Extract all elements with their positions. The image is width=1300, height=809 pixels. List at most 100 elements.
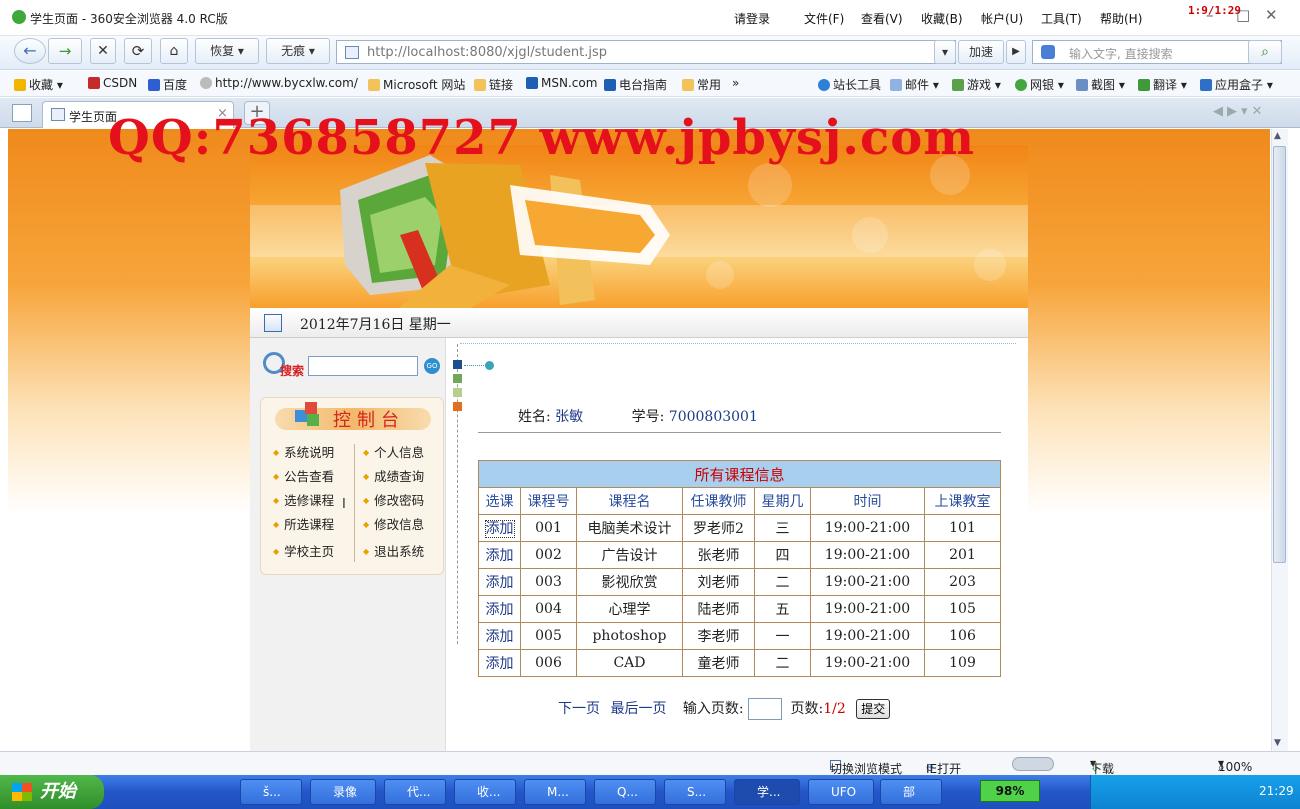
zoom-control[interactable]: ⌕ 100% ▾ [1218, 756, 1252, 774]
menu-grades[interactable]: 成绩查询 [363, 466, 424, 485]
minimize-icon[interactable]: – [1206, 6, 1214, 24]
time-badge: 1:9/1:29 [1188, 4, 1241, 17]
login-menu[interactable]: 请登录 [734, 10, 770, 27]
menu-system-info[interactable]: 系统说明 [273, 442, 334, 461]
fav-bank[interactable]: 网银 ▾ [1015, 76, 1064, 93]
search-engine-icon[interactable] [1041, 45, 1055, 59]
no-trace-button[interactable]: 无痕 ▾ [266, 38, 330, 64]
download-button[interactable]: ⇩ 下载 ▾ [1090, 756, 1114, 776]
favorites-menu[interactable]: 收藏(B) [921, 10, 963, 27]
menu-school-home[interactable]: 学校主页 [273, 541, 334, 560]
search-placeholder[interactable]: 输入文字, 直接搜索 [1069, 45, 1173, 62]
fav-more-icon[interactable]: » [732, 76, 739, 90]
toggle-switch[interactable] [1012, 757, 1054, 771]
add-course-link[interactable]: 添加 [486, 656, 514, 672]
view-menu[interactable]: 查看(V) [861, 10, 903, 27]
stop-icon[interactable]: ✕ [90, 38, 116, 64]
student-info: 姓名: 张敏 学号: 7000803001 [518, 406, 758, 426]
scrollbar-thumb[interactable] [1273, 146, 1286, 563]
menu-change-password[interactable]: 修改密码 [363, 490, 424, 509]
fav-mail[interactable]: 邮件 ▾ [890, 76, 939, 93]
taskbar-item[interactable]: Q... [594, 779, 656, 805]
taskbar-item[interactable]: UFO [808, 779, 874, 805]
address-bar[interactable]: http://localhost:8080/xjgl/student.jsp [336, 40, 956, 64]
current-date: 2012年7月16日 星期一 [300, 317, 451, 333]
fav-common[interactable]: 常用 [682, 76, 721, 93]
menu-edit-info[interactable]: 修改信息 [363, 514, 424, 533]
menu-notices[interactable]: 公告查看 [273, 466, 334, 485]
table-cell: 影视欣赏 [576, 568, 683, 596]
scroll-down-icon[interactable]: ▼ [1274, 738, 1281, 748]
fav-links[interactable]: 链接 [474, 76, 513, 93]
fav-collect[interactable]: 收藏 ▾ [14, 76, 63, 93]
table-cell: 005 [520, 622, 577, 650]
taskbar-item[interactable]: 录像 [310, 779, 376, 805]
menu-personal-info[interactable]: 个人信息 [363, 442, 424, 461]
fav-radio[interactable]: 电台指南 [604, 76, 667, 93]
page-number-input[interactable] [748, 698, 783, 720]
back-arrow-icon[interactable]: ← [14, 38, 46, 64]
fav-csdn[interactable]: CSDN [88, 76, 137, 90]
tools-menu[interactable]: 工具(T) [1041, 10, 1082, 27]
url-dropdown-icon[interactable]: ▾ [934, 40, 956, 64]
home-icon[interactable]: ⌂ [160, 38, 188, 64]
restore-button[interactable]: 恢复 ▾ [195, 38, 259, 64]
title-bar: 学生页面 - 360安全浏览器 4.0 RC版 请登录 文件(F) 查看(V) … [0, 0, 1300, 36]
col-header-weekday: 星期几 [754, 487, 811, 515]
fav-webmaster-label: 站长工具 [833, 78, 882, 92]
menu-elective-courses[interactable]: 选修课程 [273, 490, 334, 509]
taskbar-item[interactable]: š... [240, 779, 302, 805]
url-text[interactable]: http://localhost:8080/xjgl/student.jsp [367, 45, 607, 60]
fav-microsoft[interactable]: Microsoft 网站 [368, 76, 465, 93]
table-cell: 19:00-21:00 [810, 514, 925, 542]
menu-selected-courses[interactable]: 所选课程 [273, 514, 334, 533]
help-menu[interactable]: 帮助(H) [1100, 10, 1142, 27]
fav-msn[interactable]: MSN.com [526, 76, 597, 90]
site-search-input[interactable] [308, 356, 418, 376]
add-course-link[interactable]: 添加 [484, 520, 515, 538]
table-cell: 19:00-21:00 [810, 622, 925, 650]
sidebar-toggle-icon[interactable] [12, 104, 32, 122]
menu-divider [354, 444, 355, 562]
table-cell: 一 [754, 622, 811, 650]
add-course-link[interactable]: 添加 [486, 602, 514, 618]
table-cell: 19:00-21:00 [810, 649, 925, 677]
add-course-link[interactable]: 添加 [486, 629, 514, 645]
search-box[interactable]: 输入文字, 直接搜索 [1032, 40, 1282, 64]
next-page-link[interactable]: 下一页 [558, 701, 600, 717]
taskbar-item-active[interactable]: 学... [734, 779, 800, 805]
fav-bycxlw[interactable]: http://www.bycxlw.com/ [200, 76, 358, 90]
taskbar-item[interactable]: 部 [880, 779, 942, 805]
fav-common-label: 常用 [697, 78, 722, 92]
table-cell: 刘老师 [682, 568, 755, 596]
go-button-icon[interactable]: GO [424, 358, 440, 374]
taskbar-item[interactable]: M... [524, 779, 586, 805]
fav-translate[interactable]: 翻译 ▾ [1138, 76, 1187, 93]
refresh-icon[interactable]: ⟳ [124, 38, 152, 64]
file-menu[interactable]: 文件(F) [804, 10, 844, 27]
scroll-up-icon[interactable]: ▲ [1274, 131, 1281, 141]
forward-arrow-icon[interactable]: → [48, 38, 82, 64]
close-window-icon[interactable]: ✕ [1265, 6, 1278, 24]
taskbar-item[interactable]: 代... [384, 779, 446, 805]
text-cursor-icon: I [342, 497, 346, 512]
submit-page-button[interactable]: 提交 [856, 698, 891, 719]
last-page-link[interactable]: 最后一页 [610, 701, 666, 717]
add-course-link[interactable]: 添加 [486, 548, 514, 564]
fav-webmaster[interactable]: 站长工具 [818, 76, 881, 93]
menu-logout[interactable]: 退出系统 [363, 541, 424, 560]
maximize-icon[interactable]: □ [1236, 6, 1250, 24]
fav-appbox[interactable]: 应用盒子 ▾ [1200, 76, 1273, 93]
taskbar-item[interactable]: 收... [454, 779, 516, 805]
fav-games[interactable]: 游戏 ▾ [952, 76, 1001, 93]
go-arrow-icon[interactable]: ▶ [1006, 40, 1026, 64]
fav-baidu[interactable]: 百度 [148, 76, 187, 93]
account-menu[interactable]: 帐户(U) [981, 10, 1023, 27]
search-icon[interactable]: ⌕ [1248, 40, 1282, 64]
fav-screenshot[interactable]: 截图 ▾ [1076, 76, 1125, 93]
table-cell: 童老师 [682, 649, 755, 677]
taskbar-item[interactable]: S... [664, 779, 726, 805]
tab-controls-icon[interactable]: ◀▶▾✕ [1213, 104, 1266, 119]
accelerate-button[interactable]: 加速 [958, 40, 1004, 64]
add-course-link[interactable]: 添加 [486, 575, 514, 591]
